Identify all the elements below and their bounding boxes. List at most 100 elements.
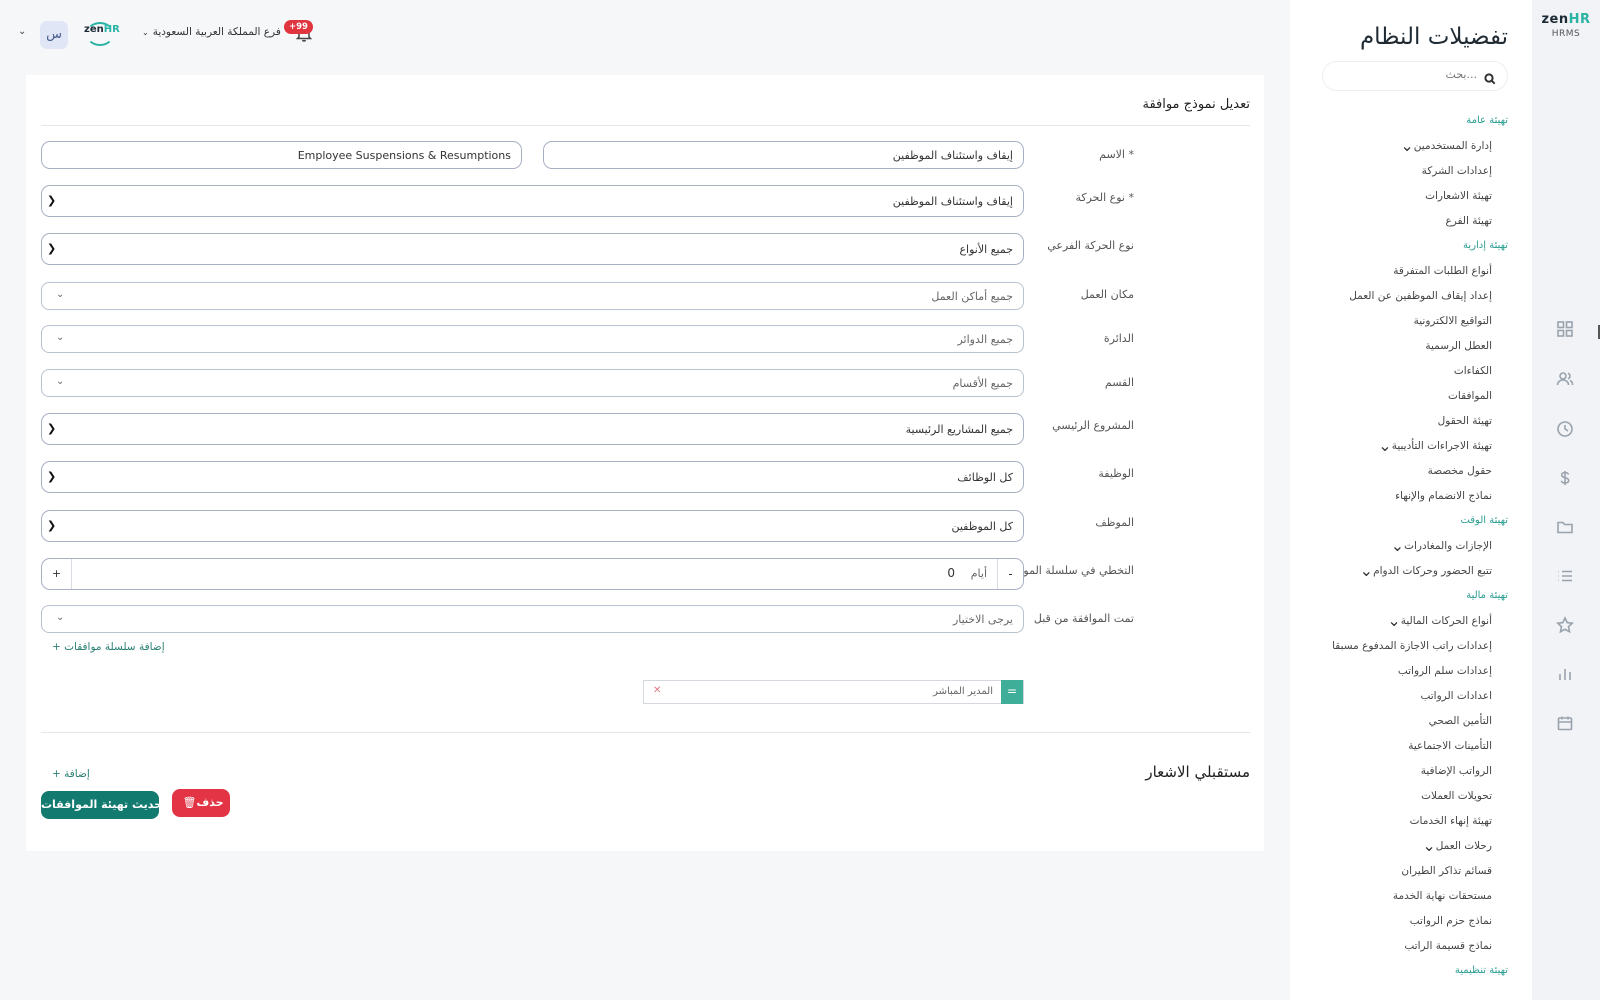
increment-button[interactable]: + bbox=[42, 559, 72, 589]
sidebar-item[interactable]: نماذج الانضمام والإنهاء bbox=[1308, 483, 1508, 508]
chevron-down-icon: ❯ bbox=[47, 519, 57, 532]
logo-accent: HR bbox=[1568, 12, 1591, 27]
bar-chart-icon[interactable] bbox=[1556, 665, 1574, 683]
delete-button[interactable]: 🗑حذف bbox=[172, 789, 230, 817]
update-approvals-button[interactable]: تحديث تهيئة الموافقات bbox=[41, 791, 166, 819]
avatar[interactable]: س bbox=[40, 21, 68, 49]
sidebar-item[interactable]: مستحقات نهاية الخدمة bbox=[1308, 883, 1508, 908]
sub-movement-select[interactable]: جميع الأنواع ❯ bbox=[41, 233, 1024, 265]
clock-icon[interactable] bbox=[1556, 420, 1574, 438]
sidebar-item-label: إعدادات الشركة bbox=[1421, 164, 1492, 177]
sidebar-item[interactable]: إعدادات سلم الرواتب bbox=[1308, 658, 1508, 683]
skip-value[interactable]: 0 bbox=[947, 566, 955, 580]
sidebar-item[interactable]: تهيئة الحقول bbox=[1308, 408, 1508, 433]
sidebar-item[interactable]: ⌄ الإجازات والمغادرات bbox=[1308, 533, 1508, 558]
sidebar-item[interactable]: ⌄ إدارة المستخدمين bbox=[1308, 133, 1508, 158]
chevron-down-icon: ⌄ bbox=[56, 332, 65, 343]
sidebar-item-label: أنواع الحركات المالية bbox=[1400, 614, 1492, 627]
sidebar-item[interactable]: الرواتب الإضافية bbox=[1308, 758, 1508, 783]
sidebar-item[interactable]: الكفاءات bbox=[1308, 358, 1508, 383]
sidebar-item[interactable]: تهيئة الفرع bbox=[1308, 208, 1508, 233]
section-label: القسم bbox=[1104, 376, 1134, 389]
logo-sub: HRMS bbox=[1551, 29, 1581, 39]
star-icon[interactable] bbox=[1556, 616, 1574, 634]
sidebar-item-label: الإجازات والمغادرات bbox=[1404, 539, 1492, 552]
workplace-select[interactable]: جميع أماكن العمل ⌄ bbox=[41, 282, 1024, 310]
company-logo-main: zen bbox=[84, 24, 104, 35]
settings-search-input[interactable] bbox=[1337, 68, 1477, 81]
sidebar-item[interactable]: نماذج حزم الرواتب bbox=[1308, 908, 1508, 933]
decrement-button[interactable]: - bbox=[997, 559, 1023, 589]
sidebar-item[interactable]: التأمين الصحي bbox=[1308, 708, 1508, 733]
drag-handle-icon[interactable]: = bbox=[1001, 680, 1023, 704]
job-select[interactable]: كل الوظائف ❯ bbox=[41, 461, 1024, 493]
sidebar-item[interactable]: ⌄ تتبع الحضور وحركات الدوام bbox=[1308, 558, 1508, 583]
user-menu-chevron-icon[interactable]: ⌄ bbox=[18, 26, 26, 37]
settings-search[interactable] bbox=[1322, 61, 1508, 91]
employee-select[interactable]: كل الموظفين ❯ bbox=[41, 510, 1024, 542]
branch-label: فرع المملكة العربية السعودية bbox=[152, 26, 281, 38]
notification-badge: +99 bbox=[284, 20, 313, 34]
approved-by-select[interactable]: يرجى الاختيار ⌄ bbox=[41, 605, 1024, 633]
sidebar-item-label: تهيئة الاشعارات bbox=[1425, 189, 1492, 202]
sidebar-item[interactable]: اعدادات الرواتب bbox=[1308, 683, 1508, 708]
approver-chip: = المدير المباشر ✕ bbox=[643, 680, 1024, 704]
chevron-down-icon: ❯ bbox=[47, 470, 57, 483]
sidebar-item[interactable]: التواقيع الالكترونية bbox=[1308, 308, 1508, 333]
movement-type-value: إيقاف واستئناف الموظفين bbox=[892, 195, 1013, 208]
search-icon bbox=[1484, 70, 1496, 85]
list-icon[interactable] bbox=[1556, 567, 1574, 585]
section-select[interactable]: جميع الأقسام ⌄ bbox=[41, 369, 1024, 397]
chevron-down-icon: ❯ bbox=[47, 194, 57, 207]
sidebar-item[interactable]: العطل الرسمية bbox=[1308, 333, 1508, 358]
sidebar-item[interactable]: إعدادات الشركة bbox=[1308, 158, 1508, 183]
branch-selector[interactable]: ⌄ فرع المملكة العربية السعودية bbox=[142, 26, 281, 38]
sidebar-item[interactable]: أنواع الطلبات المتفرقة bbox=[1308, 258, 1508, 283]
dollar-icon[interactable] bbox=[1556, 469, 1574, 487]
remove-approver-icon[interactable]: ✕ bbox=[653, 685, 661, 696]
sidebar-item-label: رحلات العمل bbox=[1435, 839, 1492, 852]
add-approval-chain-link[interactable]: + إضافة سلسلة موافقات bbox=[52, 641, 165, 653]
zenhr-logo[interactable]: zenHR HRMS bbox=[1532, 12, 1600, 39]
grid-icon[interactable] bbox=[1556, 320, 1574, 338]
users-icon[interactable] bbox=[1556, 370, 1574, 388]
add-recipient-link[interactable]: + إضافة bbox=[52, 768, 90, 780]
name-en-value: Employee Suspensions & Resumptions bbox=[297, 149, 511, 162]
sidebar-item-label: حقول مخصصة bbox=[1427, 464, 1492, 477]
sidebar-item-label: التأمين الصحي bbox=[1428, 714, 1492, 727]
name-en-input[interactable]: Employee Suspensions & Resumptions bbox=[41, 141, 522, 169]
sidebar-item[interactable]: التأمينات الاجتماعية bbox=[1308, 733, 1508, 758]
sidebar-item[interactable]: إعدادات راتب الاجازة المدفوع مسبقا bbox=[1308, 633, 1508, 658]
sidebar-item-label: الرواتب الإضافية bbox=[1420, 764, 1492, 777]
skip-days-stepper[interactable]: - أيام 0 + bbox=[41, 558, 1024, 590]
sidebar-item[interactable]: ⌄ أنواع الحركات المالية bbox=[1308, 608, 1508, 633]
nav-section-label: تهيئة تنظيمية bbox=[1454, 965, 1508, 976]
folder-icon[interactable] bbox=[1556, 518, 1574, 536]
chevron-down-icon: ⌄ bbox=[142, 28, 149, 37]
department-select[interactable]: جميع الدوائر ⌄ bbox=[41, 325, 1024, 353]
company-logo[interactable]: zenHR bbox=[84, 24, 120, 35]
sidebar-item[interactable]: قسائم تذاكر الطيران bbox=[1308, 858, 1508, 883]
sidebar-item[interactable]: إعداد إيقاف الموظفين عن العمل bbox=[1308, 283, 1508, 308]
job-value: كل الوظائف bbox=[957, 471, 1013, 484]
chevron-down-icon: ⌄ bbox=[56, 289, 65, 300]
project-select[interactable]: جميع المشاريع الرئيسية ❯ bbox=[41, 413, 1024, 445]
sidebar-item[interactable]: ⌄ رحلات العمل bbox=[1308, 833, 1508, 858]
sidebar-item[interactable]: تحويلات العملات bbox=[1308, 783, 1508, 808]
divider bbox=[41, 732, 1250, 733]
icon-rail: zenHR HRMS bbox=[1532, 0, 1600, 1000]
movement-type-select[interactable]: إيقاف واستئناف الموظفين ❯ bbox=[41, 185, 1024, 217]
sidebar-item[interactable]: نماذج قسيمة الراتب bbox=[1308, 933, 1508, 958]
sidebar-item-label: التأمينات الاجتماعية bbox=[1408, 739, 1492, 752]
sidebar-item[interactable]: تهيئة الاشعارات bbox=[1308, 183, 1508, 208]
settings-panel: تفضيلات النظام تهيئة عامة⌄إدارة المستخدم… bbox=[1290, 0, 1532, 1000]
name-label: الاسم * bbox=[1099, 148, 1134, 161]
sidebar-item[interactable]: حقول مخصصة bbox=[1308, 458, 1508, 483]
name-ar-input[interactable]: إيقاف واستئناف الموظفين bbox=[543, 141, 1024, 169]
sidebar-item[interactable]: تهيئة إنهاء الخدمات bbox=[1308, 808, 1508, 833]
sidebar-item-label: إعدادات سلم الرواتب bbox=[1397, 664, 1492, 677]
sidebar-item-label: أنواع الطلبات المتفرقة bbox=[1393, 264, 1492, 277]
calendar-icon[interactable] bbox=[1556, 714, 1574, 732]
sidebar-item[interactable]: الموافقات bbox=[1308, 383, 1508, 408]
sidebar-item[interactable]: ⌄ تهيئة الاجراءات التأديبية bbox=[1308, 433, 1508, 458]
